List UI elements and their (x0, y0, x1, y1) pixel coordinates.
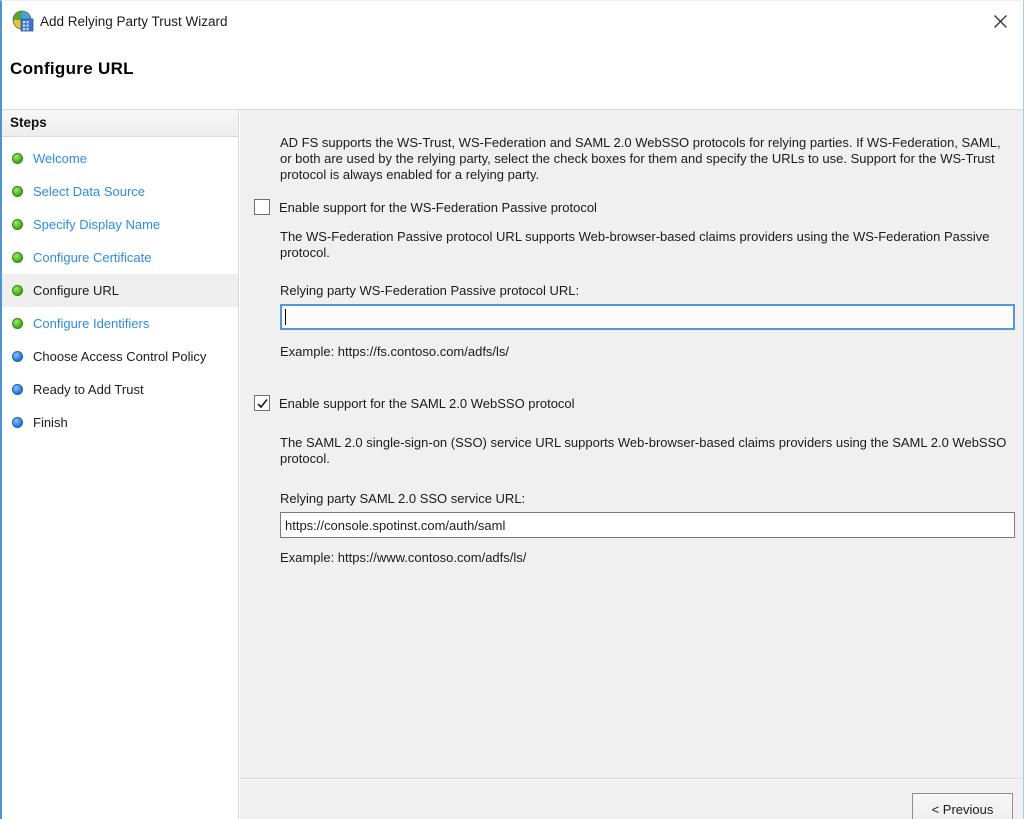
step-pending-bullet-icon (12, 351, 23, 362)
sidebar-item-configure-certificate[interactable]: Configure Certificate (2, 241, 238, 274)
step-current-bullet-icon (12, 285, 23, 296)
step-done-bullet-icon (12, 186, 23, 197)
main-content: AD FS supports the WS-Trust, WS-Federati… (240, 110, 1023, 565)
saml-checkbox-label[interactable]: Enable support for the SAML 2.0 WebSSO p… (279, 396, 575, 411)
sidebar-item-configure-url-current: Configure URL (2, 274, 238, 307)
text-caret (285, 309, 286, 325)
step-pending-bullet-icon (12, 384, 23, 395)
checkmark-icon (256, 397, 269, 410)
sidebar-item-specify-display-name[interactable]: Specify Display Name (2, 208, 238, 241)
saml-checkbox-row: Enable support for the SAML 2.0 WebSSO p… (254, 395, 1014, 411)
step-done-bullet-icon (12, 153, 23, 164)
steps-sidebar: Steps Welcome Select Data Source Specify… (2, 110, 239, 819)
saml-description: The SAML 2.0 single-sign-on (SSO) servic… (280, 435, 1014, 467)
sidebar-item-configure-identifiers[interactable]: Configure Identifiers (2, 307, 238, 340)
previous-button[interactable]: < Previous (912, 793, 1013, 819)
step-done-bullet-icon (12, 252, 23, 263)
window-title: Add Relying Party Trust Wizard (40, 14, 228, 29)
sidebar-item-choose-access-control-policy: Choose Access Control Policy (2, 340, 238, 373)
wsfed-url-label: Relying party WS-Federation Passive prot… (280, 283, 1014, 298)
step-done-bullet-icon (12, 219, 23, 230)
main-panel: AD FS supports the WS-Trust, WS-Federati… (240, 110, 1023, 819)
wizard-window: Add Relying Party Trust Wizard Configure… (0, 0, 1024, 819)
wsfed-url-input[interactable] (280, 304, 1015, 330)
close-button[interactable] (989, 10, 1011, 32)
step-pending-bullet-icon (12, 417, 23, 428)
sidebar-item-select-data-source[interactable]: Select Data Source (2, 175, 238, 208)
saml-checkbox[interactable] (254, 395, 270, 411)
wsfed-checkbox[interactable] (254, 199, 270, 215)
intro-text: AD FS supports the WS-Trust, WS-Federati… (280, 135, 1014, 183)
saml-example-text: Example: https://www.contoso.com/adfs/ls… (280, 550, 1014, 565)
steps-list: Welcome Select Data Source Specify Displ… (2, 137, 238, 439)
step-done-bullet-icon (12, 318, 23, 329)
close-icon (993, 14, 1008, 29)
wsfed-description: The WS-Federation Passive protocol URL s… (280, 229, 1014, 261)
saml-url-input[interactable] (280, 512, 1015, 538)
steps-header: Steps (2, 110, 238, 137)
title-bar: Add Relying Party Trust Wizard (2, 1, 1023, 45)
footer-divider (240, 778, 1023, 780)
sidebar-item-finish: Finish (2, 406, 238, 439)
wizard-body: Steps Welcome Select Data Source Specify… (2, 109, 1023, 819)
wsfed-checkbox-label[interactable]: Enable support for the WS-Federation Pas… (279, 200, 597, 215)
saml-url-label: Relying party SAML 2.0 SSO service URL: (280, 491, 1014, 506)
adfs-app-icon (12, 10, 34, 32)
page-title: Configure URL (10, 59, 134, 79)
sidebar-item-ready-to-add-trust: Ready to Add Trust (2, 373, 238, 406)
wsfed-url-input-wrap (280, 304, 1015, 330)
sidebar-item-welcome[interactable]: Welcome (2, 142, 238, 175)
wsfed-checkbox-row: Enable support for the WS-Federation Pas… (254, 199, 1014, 215)
wsfed-example-text: Example: https://fs.contoso.com/adfs/ls/ (280, 344, 1014, 359)
saml-url-input-wrap (280, 512, 1015, 538)
